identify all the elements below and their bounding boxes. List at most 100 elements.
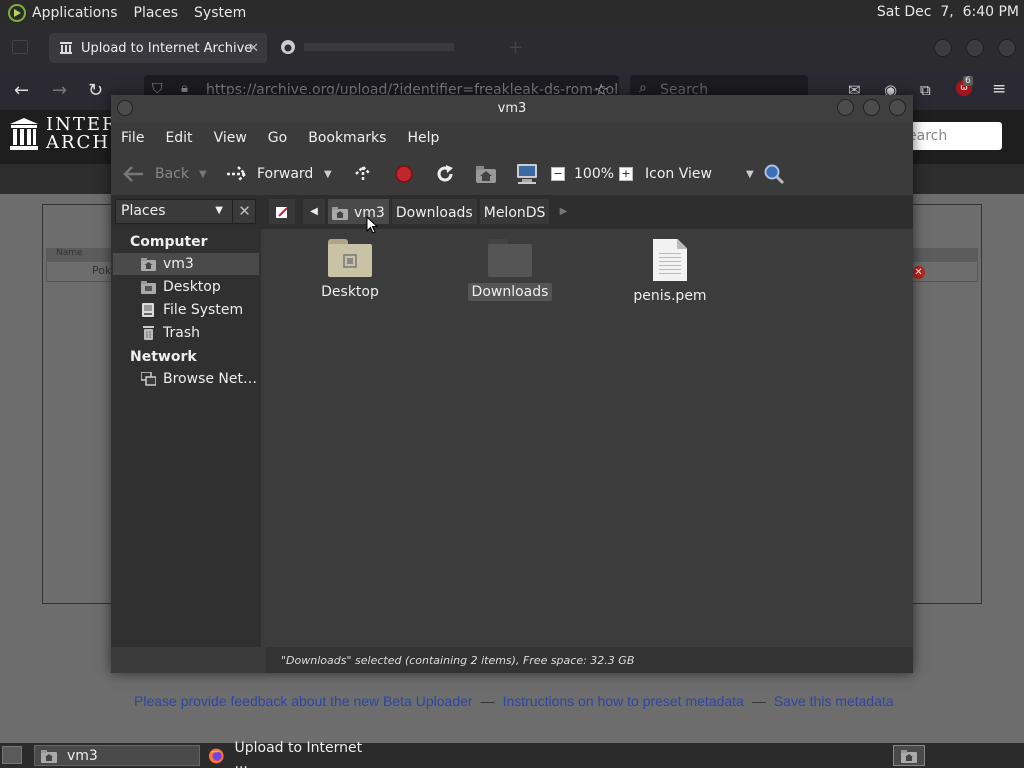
show-desktop-icon[interactable]: [2, 746, 22, 764]
breadcrumb-melonds[interactable]: MelonDS: [479, 199, 550, 224]
menu-edit[interactable]: Edit: [165, 130, 192, 146]
zoom-level[interactable]: 100%: [574, 166, 614, 182]
task-firefox[interactable]: Upload to Internet ...: [202, 740, 368, 768]
places-menu[interactable]: Places: [134, 5, 179, 21]
mouse-cursor-icon: [366, 216, 378, 234]
tab-upload-to-internet-archive[interactable]: Upload to Internet Archive ✕: [49, 33, 267, 63]
file-item-desktop[interactable]: Desktop: [295, 239, 405, 301]
sidebar-header-computer: Computer: [130, 234, 208, 250]
desktop-folder-icon: [141, 281, 156, 294]
top-panel: Applications Places System Sat Dec 7, 6:…: [0, 0, 1024, 25]
feedback-link[interactable]: Please provide feedback about the new Be…: [134, 693, 473, 709]
distro-logo-icon[interactable]: [8, 3, 26, 22]
ia-search-placeholder: earch: [908, 128, 948, 144]
reload-button[interactable]: [434, 163, 456, 185]
ia-search-input[interactable]: earch: [902, 122, 1002, 150]
breadcrumb-label: Downloads: [395, 205, 473, 221]
hamburger-menu-icon[interactable]: ≡: [992, 79, 1006, 99]
ia-footer-links: Please provide feedback about the new Be…: [134, 693, 894, 709]
window-titlebar[interactable]: vm3: [111, 95, 913, 123]
sidebar-item-label: vm3: [163, 256, 194, 272]
close-icon[interactable]: [889, 99, 906, 116]
view-mode-label: Icon View: [645, 166, 712, 182]
tab-github[interactable]: [280, 40, 480, 54]
view-mode-combo[interactable]: Icon View ▼: [645, 166, 754, 182]
up-button[interactable]: [353, 164, 373, 184]
extension-badge: 6: [963, 76, 973, 86]
ff-minimize-icon[interactable]: [934, 39, 952, 57]
search-button[interactable]: [763, 163, 785, 185]
menu-bookmarks[interactable]: Bookmarks: [308, 130, 386, 146]
computer-icon: [517, 164, 537, 184]
back-history-dropdown-icon[interactable]: ▼: [199, 169, 207, 180]
window-menu-icon[interactable]: [117, 100, 133, 116]
menu-go[interactable]: Go: [268, 130, 287, 146]
firefox-view-icon[interactable]: [12, 40, 28, 54]
firefox-icon: [208, 748, 224, 763]
places-sidebar: Computer vm3 Desktop File System Trash N…: [111, 229, 261, 647]
minimize-icon[interactable]: [837, 99, 854, 116]
tab-close-icon[interactable]: ✕: [248, 41, 259, 56]
breadcrumb-right-icon[interactable]: ▶: [552, 199, 574, 224]
sidebar-item-desktop[interactable]: Desktop: [113, 276, 259, 298]
location-toggle-button[interactable]: [269, 199, 295, 224]
reload-icon[interactable]: ↻: [88, 80, 103, 101]
file-item-downloads[interactable]: Downloads: [455, 239, 565, 301]
back-arrow-icon[interactable]: ←: [14, 80, 29, 101]
sidebar-item-trash[interactable]: Trash: [113, 322, 259, 344]
menu-view[interactable]: View: [214, 130, 247, 146]
zoom-out-icon: −: [551, 167, 565, 181]
ff-maximize-icon[interactable]: [966, 39, 984, 57]
sidebar-item-vm3[interactable]: vm3: [113, 253, 259, 275]
forward-history-dropdown-icon[interactable]: ▼: [324, 169, 332, 180]
menu-help[interactable]: Help: [407, 130, 439, 146]
sidebar-item-label: Browse Net…: [163, 371, 258, 387]
home-button[interactable]: [475, 164, 497, 184]
breadcrumb-vm3[interactable]: vm3: [328, 199, 389, 224]
file-item-penis-pem[interactable]: penis.pem: [615, 239, 725, 305]
back-arrow-icon: [123, 166, 143, 182]
extensions-icon[interactable]: ⧉: [920, 81, 931, 99]
remove-file-icon[interactable]: ✕: [912, 266, 925, 279]
workspace-switcher[interactable]: [893, 745, 925, 766]
edit-location-icon: [276, 206, 288, 218]
forward-button[interactable]: Forward: [225, 165, 313, 183]
menu-bar: File Edit View Go Bookmarks Help: [111, 123, 913, 153]
zoom-in-button[interactable]: +: [619, 167, 633, 181]
trash-icon: [143, 326, 154, 340]
task-label: vm3: [67, 747, 98, 764]
instructions-link[interactable]: Instructions on how to preset metadata: [503, 693, 744, 709]
task-vm3[interactable]: vm3: [34, 745, 200, 766]
sidebar-item-file-system[interactable]: File System: [113, 299, 259, 321]
sidebar-type-label: Places: [121, 203, 166, 219]
file-name: penis.pem: [633, 288, 707, 304]
computer-button[interactable]: [515, 163, 539, 185]
forward-arrow-icon[interactable]: →: [52, 80, 67, 101]
stop-button[interactable]: [394, 164, 414, 184]
sidebar-item-browse-network[interactable]: Browse Net…: [113, 368, 259, 390]
downloads-folder-icon: [488, 239, 532, 277]
breadcrumb-downloads[interactable]: Downloads: [391, 199, 477, 224]
location-bar: Places ▼ ✕ ◀ vm3 Downloads MelonDS ▶: [111, 195, 913, 229]
maximize-icon[interactable]: [863, 99, 880, 116]
close-sidebar-icon[interactable]: ✕: [232, 199, 256, 224]
up-arrow-icon: [355, 165, 371, 182]
new-tab-icon[interactable]: +: [508, 37, 523, 58]
zoom-out-button[interactable]: −: [551, 167, 565, 181]
clock[interactable]: Sat Dec 7, 6:40 PM: [877, 4, 1019, 20]
ia-logo-icon[interactable]: [10, 118, 38, 152]
file-manager-window: vm3 File Edit View Go Bookmarks Help Bac…: [111, 95, 913, 673]
breadcrumb-left-icon[interactable]: ◀: [303, 199, 325, 224]
system-menu[interactable]: System: [194, 5, 246, 21]
applications-menu[interactable]: Applications: [32, 5, 118, 21]
save-metadata-link[interactable]: Save this metadata: [774, 693, 894, 709]
status-bar: "Downloads" selected (containing 2 items…: [266, 647, 913, 673]
ff-close-icon[interactable]: [998, 39, 1016, 57]
drive-icon: [142, 303, 154, 317]
back-button[interactable]: Back: [123, 165, 189, 183]
forward-label: Forward: [257, 166, 314, 182]
lock-icon[interactable]: 🔒︎: [181, 81, 188, 96]
stop-icon: [395, 165, 413, 183]
menu-file[interactable]: File: [121, 130, 144, 146]
task-label: Upload to Internet ...: [234, 739, 363, 768]
